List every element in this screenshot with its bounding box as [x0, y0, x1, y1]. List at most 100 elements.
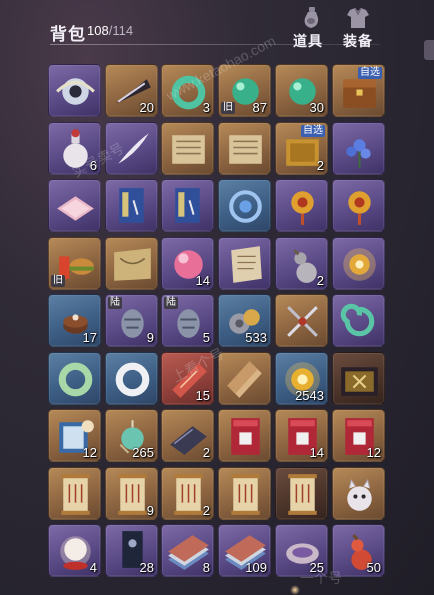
scroll-sheet-icon — [172, 135, 205, 164]
inventory-slot[interactable]: 8 — [161, 524, 214, 577]
blue-flower-icon — [346, 139, 371, 168]
dark-chest-icon — [341, 367, 378, 396]
inventory-slot[interactable] — [48, 64, 101, 117]
item-quantity: 50 — [366, 560, 381, 575]
inventory-slot[interactable]: 自选 2 — [275, 122, 328, 175]
inventory-slot[interactable] — [48, 467, 101, 520]
inventory-slot[interactable] — [275, 467, 328, 520]
inventory-slot[interactable]: 陆9 — [105, 294, 158, 347]
bound-badge: 陆 — [164, 297, 178, 309]
potion-icon — [304, 7, 319, 28]
item-quantity: 14 — [309, 445, 324, 460]
blue-book-icon — [119, 188, 144, 223]
inventory-slot[interactable] — [332, 352, 385, 405]
item-quantity: 12 — [366, 445, 381, 460]
armor-icon — [347, 7, 369, 28]
inventory-slot[interactable]: 6 — [48, 122, 101, 175]
item-quantity: 5 — [202, 330, 210, 345]
inventory-slot[interactable] — [105, 352, 158, 405]
inventory-slot[interactable]: 9 — [105, 467, 158, 520]
side-panel-handle[interactable] — [424, 40, 434, 60]
item-quantity: 533 — [245, 330, 267, 345]
inventory-slot[interactable] — [218, 179, 271, 232]
inventory-slot[interactable] — [218, 409, 271, 462]
item-quantity: 4 — [89, 560, 97, 575]
inventory-slot[interactable] — [105, 179, 158, 232]
inventory-slot[interactable]: 2 — [275, 237, 328, 290]
inventory-slot[interactable] — [48, 179, 101, 232]
inventory-slot[interactable] — [332, 237, 385, 290]
legacy-badge: 旧 — [51, 275, 65, 287]
inventory-slot[interactable] — [105, 237, 158, 290]
inventory-slot[interactable]: 12 — [48, 409, 101, 462]
inventory-slot[interactable]: 3 — [161, 64, 214, 117]
inventory-slot[interactable] — [218, 467, 271, 520]
inventory-header: 背包 108/114 道具 装备 — [0, 0, 434, 60]
gold-scroll-icon — [61, 474, 90, 515]
inventory-slot[interactable]: 15 — [161, 352, 214, 405]
inventory-slot[interactable] — [332, 122, 385, 175]
item-quantity: 2 — [316, 158, 324, 173]
inventory-slot[interactable]: 2543 — [275, 352, 328, 405]
white-feather-icon — [118, 133, 149, 164]
item-quantity: 20 — [139, 100, 154, 115]
inventory-slot[interactable]: 20 — [105, 64, 158, 117]
pink-box-icon — [57, 196, 94, 221]
inventory-slot[interactable]: 旧 87 — [218, 64, 271, 117]
item-quantity: 8 — [202, 560, 210, 575]
inventory-slot[interactable]: 533 — [218, 294, 271, 347]
tab-items-label: 道具 — [293, 33, 323, 49]
capacity-counter: 108/114 — [87, 23, 133, 38]
inventory-slot[interactable] — [332, 179, 385, 232]
inventory-slot[interactable]: 109 — [218, 524, 271, 577]
inventory-slot[interactable]: 265 — [105, 409, 158, 462]
item-quantity: 25 — [309, 560, 324, 575]
eye-orb-icon — [56, 78, 95, 105]
inventory-grid: 20 3 旧 87 30 自选 6 自选 2 旧 14 2 17 陆 9 陆 5 533 15 2543 12 265 2 1… — [48, 64, 385, 580]
item-quantity: 30 — [309, 100, 324, 115]
ticket-stack-icon — [227, 361, 262, 398]
inventory-slot[interactable] — [218, 237, 271, 290]
inventory-slot[interactable]: 17 — [48, 294, 101, 347]
inventory-slot[interactable] — [161, 122, 214, 175]
item-quantity: 6 — [89, 158, 97, 173]
inventory-slot[interactable] — [332, 294, 385, 347]
inventory-slot[interactable] — [275, 179, 328, 232]
inventory-slot[interactable]: 50 — [332, 524, 385, 577]
inventory-slot[interactable]: 旧 — [48, 237, 101, 290]
crossed-blades-icon — [287, 306, 318, 337]
bottom-glow — [290, 585, 300, 595]
inventory-slot[interactable] — [161, 179, 214, 232]
inventory-slot[interactable]: 14 — [161, 237, 214, 290]
item-quantity: 15 — [195, 388, 210, 403]
tab-items[interactable]: 道具 — [286, 6, 330, 49]
inventory-slot[interactable] — [275, 294, 328, 347]
item-quantity: 2543 — [295, 388, 324, 403]
white-bangle-icon — [115, 362, 150, 397]
inventory-slot[interactable] — [218, 352, 271, 405]
glow-gear-icon — [343, 248, 376, 281]
inventory-slot[interactable]: 陆5 — [161, 294, 214, 347]
inventory-slot[interactable]: 4 — [48, 524, 101, 577]
item-quantity: 9 — [146, 503, 154, 518]
inventory-slot[interactable] — [105, 122, 158, 175]
inventory-slot[interactable]: 25 — [275, 524, 328, 577]
inventory-slot[interactable]: 28 — [105, 524, 158, 577]
used-slots: 108 — [87, 23, 109, 38]
inventory-slot[interactable]: 30 — [275, 64, 328, 117]
inventory-slot[interactable]: 自选 — [332, 64, 385, 117]
inventory-slot[interactable]: 12 — [332, 409, 385, 462]
item-quantity: 17 — [82, 330, 97, 345]
jade-bangle-icon — [58, 362, 93, 397]
inventory-slot[interactable]: 2 — [161, 409, 214, 462]
item-quantity: 109 — [245, 560, 267, 575]
cat-pet-icon — [347, 478, 372, 511]
inventory-slot[interactable] — [218, 122, 271, 175]
inventory-slot[interactable] — [48, 352, 101, 405]
inventory-slot[interactable]: 2 — [161, 467, 214, 520]
tab-equipment[interactable]: 装备 — [336, 6, 380, 49]
red-envelope-icon — [231, 418, 260, 455]
inventory-slot[interactable] — [332, 467, 385, 520]
item-quantity: 14 — [195, 273, 210, 288]
inventory-slot[interactable]: 14 — [275, 409, 328, 462]
